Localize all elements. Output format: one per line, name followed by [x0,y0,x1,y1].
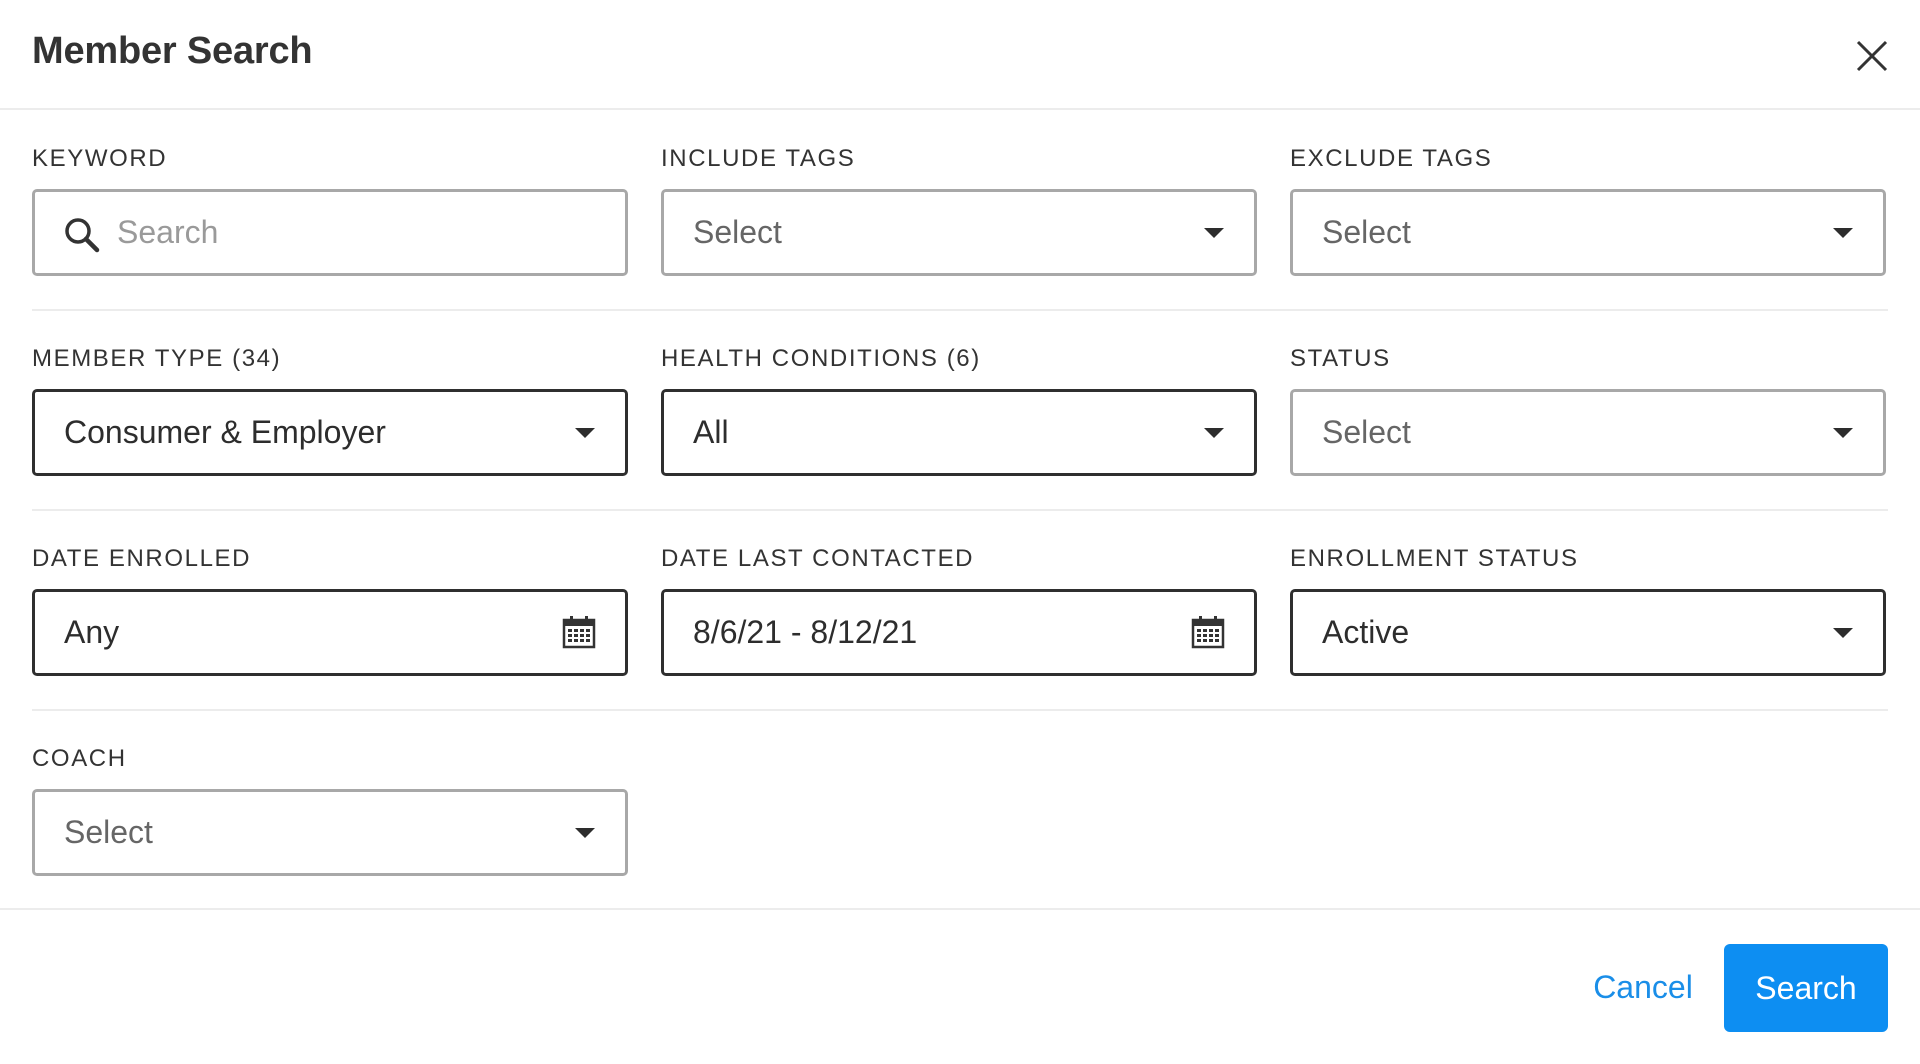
date-last-contacted-picker[interactable]: 8/6/21 - 8/12/21 [661,589,1257,676]
chevron-down-icon [1833,228,1853,238]
exclude-tags-label: EXCLUDE TAGS [1290,145,1493,172]
status-value: Select [1322,414,1411,450]
row-divider [32,709,1888,711]
enrollment-status-select[interactable]: Active [1290,589,1886,676]
health-conditions-select[interactable]: All [661,389,1257,476]
member-type-label: MEMBER TYPE (34) [32,345,282,372]
chevron-down-icon [1833,628,1853,638]
date-last-contacted-value: 8/6/21 - 8/12/21 [693,614,918,650]
keyword-label: KEYWORD [32,145,168,172]
chevron-down-icon [1833,428,1853,438]
health-conditions-label: HEALTH CONDITIONS (6) [661,345,981,372]
date-enrolled-picker[interactable]: Any [32,589,628,676]
row-divider [32,509,1888,511]
footer-divider [0,908,1920,910]
calendar-icon [1191,616,1225,649]
status-label: STATUS [1290,345,1391,372]
enrollment-status-value: Active [1322,614,1410,650]
enrollment-status-label: ENROLLMENT STATUS [1290,545,1579,572]
health-conditions-value: All [693,414,729,450]
status-select[interactable]: Select [1290,389,1886,476]
close-button[interactable] [1854,38,1890,74]
keyword-input-wrapper [32,189,628,276]
dialog-title: Member Search [32,30,313,72]
member-type-select[interactable]: Consumer & Employer [32,389,628,476]
search-icon [65,218,100,253]
date-last-contacted-label: DATE LAST CONTACTED [661,545,975,572]
chevron-down-icon [575,828,595,838]
date-enrolled-label: DATE ENROLLED [32,545,252,572]
keyword-search-input[interactable] [117,192,597,273]
include-tags-label: INCLUDE TAGS [661,145,856,172]
member-search-dialog: Member Search KEYWORD INCLUDE TAGS Selec… [0,0,1920,1064]
dialog-header: Member Search [0,0,1920,110]
member-type-value: Consumer & Employer [64,414,386,450]
coach-value: Select [64,814,153,850]
cancel-button[interactable]: Cancel [1578,944,1708,1030]
chevron-down-icon [1204,228,1224,238]
include-tags-value: Select [693,214,782,250]
include-tags-select[interactable]: Select [661,189,1257,276]
exclude-tags-value: Select [1322,214,1411,250]
exclude-tags-select[interactable]: Select [1290,189,1886,276]
coach-label: COACH [32,745,127,772]
search-button[interactable]: Search [1724,944,1888,1032]
date-enrolled-value: Any [64,614,120,650]
close-icon [1856,40,1888,72]
coach-select[interactable]: Select [32,789,628,876]
chevron-down-icon [575,428,595,438]
row-divider [32,309,1888,311]
chevron-down-icon [1204,428,1224,438]
calendar-icon [562,616,596,649]
